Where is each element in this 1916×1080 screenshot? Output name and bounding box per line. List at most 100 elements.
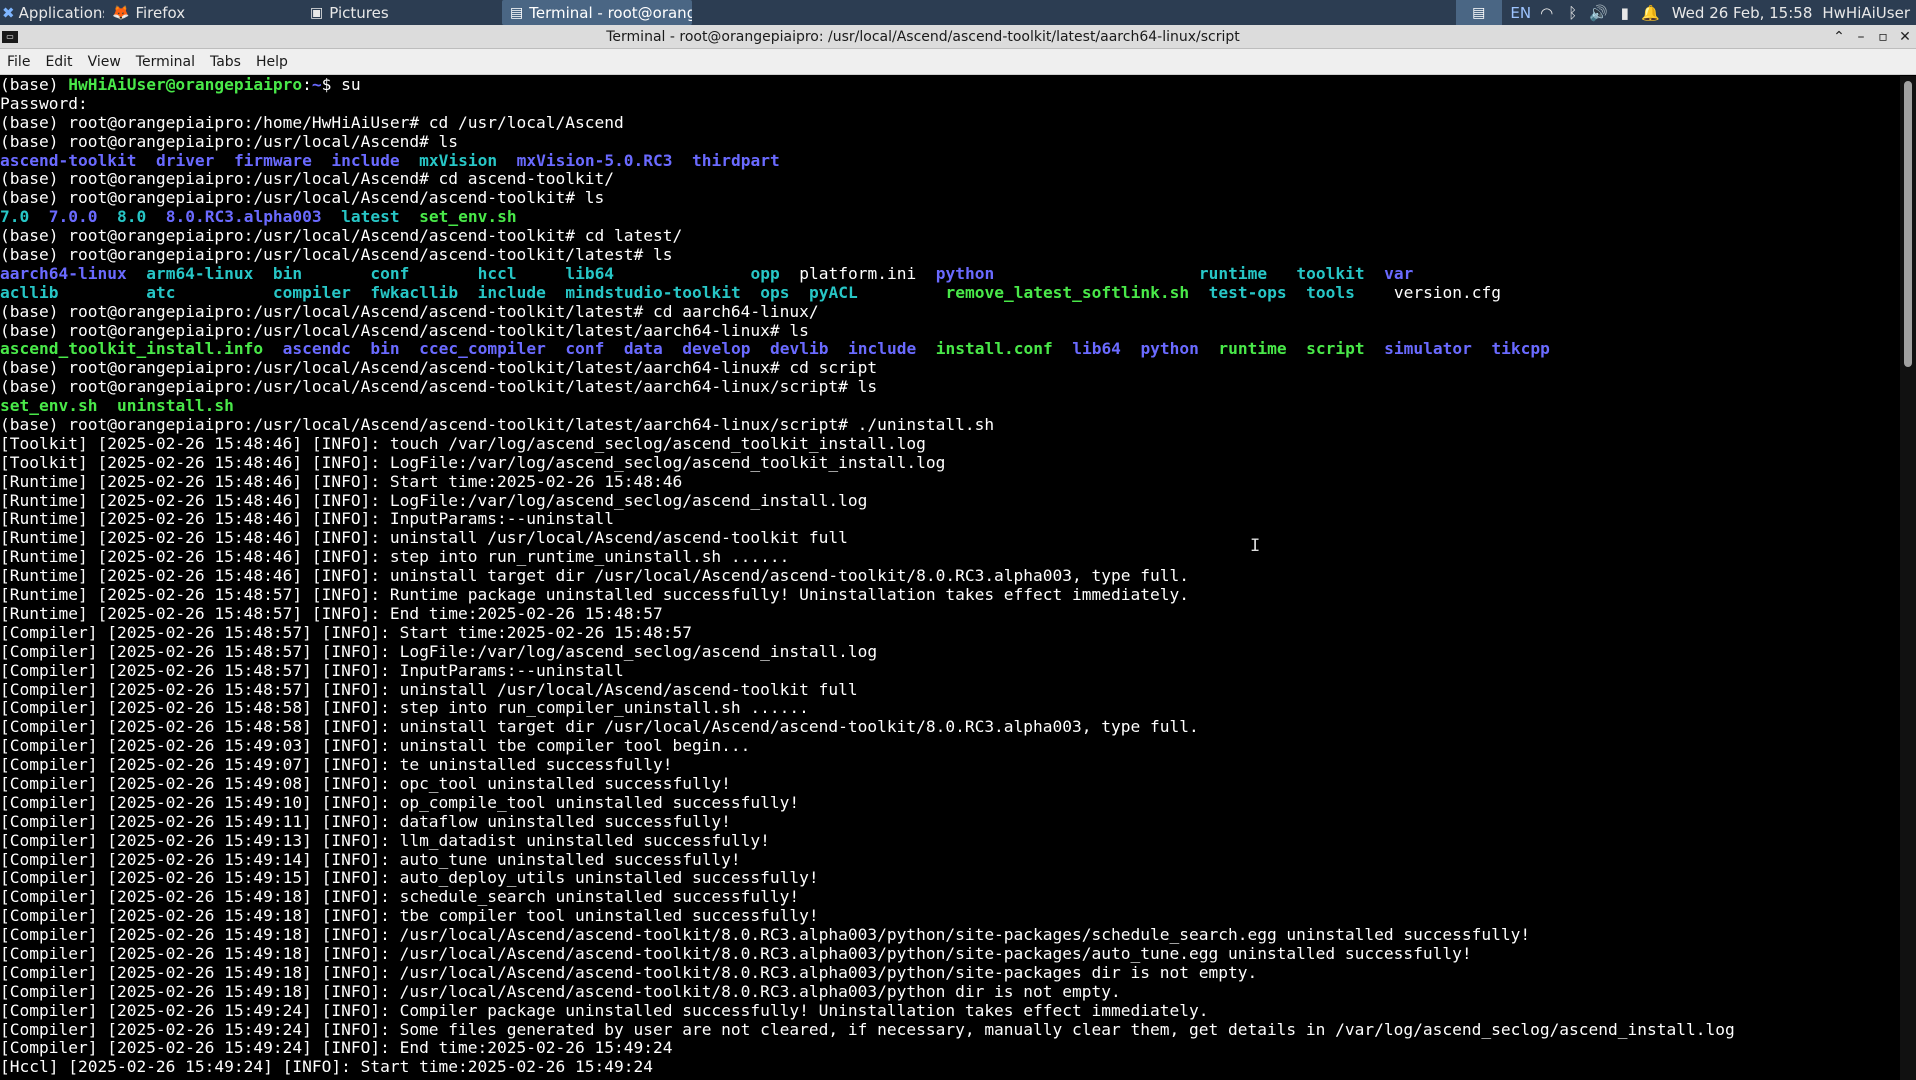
taskbar-item-pictures[interactable]: ▣ Pictures bbox=[302, 0, 492, 25]
terminal-line: ascend_toolkit_install.info ascendc bin … bbox=[0, 340, 1900, 359]
menu-terminal[interactable]: Terminal bbox=[129, 54, 203, 70]
terminal-text: remove_latest_softlink.sh bbox=[945, 282, 1190, 302]
terminal-line: [Compiler] [2025-02-26 15:49:18] [INFO]:… bbox=[0, 982, 1900, 1002]
window-titlebar[interactable]: ▭ Terminal - root@orangepiaipro: /usr/lo… bbox=[0, 25, 1916, 49]
user-menu[interactable]: HwHiAiUser bbox=[1820, 4, 1916, 22]
terminal-output[interactable]: (base) HwHiAiUser@orangepiaipro:~$ su Pas… bbox=[0, 76, 1900, 1080]
taskbar-item-terminal[interactable]: ▤ Terminal - root@orange... bbox=[502, 0, 692, 25]
terminal-text: var bbox=[1384, 263, 1414, 283]
scrollbar-thumb[interactable] bbox=[1904, 81, 1912, 367]
terminal-line: [Runtime] [2025-02-26 15:48:46] [INFO]: … bbox=[0, 547, 1900, 567]
terminal-text: [Compiler] [2025-02-26 15:49:13] [INFO]:… bbox=[0, 830, 770, 850]
terminal-window-icon[interactable]: ▭ bbox=[2, 30, 18, 43]
terminal-text: [Compiler] [2025-02-26 15:49:24] [INFO]:… bbox=[0, 1038, 673, 1058]
terminal-line: [Compiler] [2025-02-26 15:49:24] [INFO]:… bbox=[0, 1038, 1900, 1058]
menu-edit[interactable]: Edit bbox=[38, 54, 80, 70]
terminal-scrollbar[interactable] bbox=[1900, 76, 1916, 1080]
terminal-line: [Runtime] [2025-02-26 15:48:46] [INFO]: … bbox=[0, 566, 1900, 586]
terminal-line: [Compiler] [2025-02-26 15:49:07] [INFO]:… bbox=[0, 755, 1900, 775]
menu-bar: File Edit View Terminal Tabs Help bbox=[0, 49, 1916, 75]
terminal-launcher-button[interactable]: ▤ bbox=[1455, 0, 1502, 25]
terminal-text: include bbox=[477, 282, 546, 302]
terminal-text: : bbox=[302, 76, 312, 94]
terminal-text: runtime bbox=[1218, 339, 1287, 359]
terminal-line: [Compiler] [2025-02-26 15:49:24] [INFO]:… bbox=[0, 1001, 1900, 1021]
terminal-text: ascend-toolkit bbox=[0, 150, 137, 170]
terminal-text: devlib bbox=[770, 339, 829, 359]
terminal-line: [Compiler] [2025-02-26 15:48:58] [INFO]:… bbox=[0, 717, 1900, 737]
terminal-line: (base) root@orangepiaipro:/usr/local/Asc… bbox=[0, 188, 1900, 208]
maximize-button[interactable]: ▫ bbox=[1872, 29, 1894, 45]
system-tray: ▤ EN ◠ ᛒ 🔊 ▮ 🔔 Wed 26 Feb, 15:58 HwHiAiU… bbox=[1455, 0, 1916, 25]
terminal-text: [Compiler] [2025-02-26 15:49:18] [INFO]:… bbox=[0, 887, 800, 907]
menu-file[interactable]: File bbox=[0, 54, 38, 70]
battery-icon[interactable]: ▮ bbox=[1612, 4, 1638, 22]
terminal-text: conf bbox=[565, 339, 605, 359]
wifi-icon[interactable]: ◠ bbox=[1534, 4, 1560, 22]
terminal-text: [Toolkit] [2025-02-26 15:48:46] [INFO]: … bbox=[0, 452, 946, 472]
terminal-text: ascend_toolkit_install.info bbox=[0, 339, 264, 359]
terminal-text: [Runtime] [2025-02-26 15:48:46] [INFO]: … bbox=[0, 509, 614, 529]
terminal-text: mxVision bbox=[419, 150, 498, 170]
terminal-text: [Runtime] [2025-02-26 15:48:46] [INFO]: … bbox=[0, 547, 790, 567]
applications-menu-button[interactable]: ✖ Applications bbox=[0, 0, 104, 25]
menu-help[interactable]: Help bbox=[249, 54, 296, 70]
terminal-text: bin bbox=[370, 339, 400, 359]
terminal-text: lib64 bbox=[1072, 339, 1121, 359]
taskbar-item-firefox[interactable]: 🦊 Firefox bbox=[104, 0, 294, 25]
terminal-text: lib64 bbox=[565, 263, 615, 283]
terminal-line: [Runtime] [2025-02-26 15:48:57] [INFO]: … bbox=[0, 585, 1900, 605]
terminal-text: conf bbox=[370, 263, 410, 283]
terminal-text: include bbox=[331, 150, 400, 170]
terminal-text: [Compiler] [2025-02-26 15:49:14] [INFO]:… bbox=[0, 849, 741, 869]
terminal-line: [Compiler] [2025-02-26 15:49:03] [INFO]:… bbox=[0, 736, 1900, 756]
folder-icon: ▣ bbox=[310, 4, 324, 21]
terminal-text: [Compiler] [2025-02-26 15:48:57] [INFO]:… bbox=[0, 660, 624, 680]
terminal-line: [Compiler] [2025-02-26 15:49:18] [INFO]:… bbox=[0, 925, 1900, 945]
terminal-line: [Compiler] [2025-02-26 15:48:58] [INFO]:… bbox=[0, 698, 1900, 718]
terminal-text: (base) root@orangepiaipro:/usr/local/Asc… bbox=[0, 226, 683, 246]
menu-view[interactable]: View bbox=[81, 54, 129, 70]
terminal-text: mindstudio-toolkit bbox=[565, 282, 741, 302]
clock[interactable]: Wed 26 Feb, 15:58 bbox=[1664, 4, 1821, 22]
terminal-line: [Compiler] [2025-02-26 15:49:14] [INFO]:… bbox=[0, 849, 1900, 870]
taskbar-item-label: Pictures bbox=[329, 3, 389, 22]
terminal-text: [Compiler] [2025-02-26 15:48:57] [INFO]:… bbox=[0, 622, 692, 642]
terminal-line: [Compiler] [2025-02-26 15:49:10] [INFO]:… bbox=[0, 793, 1900, 813]
notification-bell-icon[interactable]: 🔔 bbox=[1638, 4, 1664, 22]
roll-up-button[interactable]: ⌃ bbox=[1828, 29, 1850, 45]
top-panel: ✖ Applications 🦊 Firefox ▣ Pictures ▤ Te… bbox=[0, 0, 1916, 25]
terminal-text: 7.0.0 bbox=[48, 207, 98, 227]
bluetooth-icon[interactable]: ᛒ bbox=[1560, 4, 1586, 22]
terminal-text: [Compiler] [2025-02-26 15:49:24] [INFO]:… bbox=[0, 1019, 1735, 1039]
menu-tabs[interactable]: Tabs bbox=[203, 54, 249, 70]
terminal-text: [Compiler] [2025-02-26 15:49:08] [INFO]:… bbox=[0, 773, 731, 793]
terminal-line: [Runtime] [2025-02-26 15:48:46] [INFO]: … bbox=[0, 528, 1900, 548]
close-button[interactable]: ✕ bbox=[1894, 29, 1916, 45]
keyboard-layout-indicator[interactable]: EN bbox=[1508, 4, 1534, 22]
terminal-line: [Compiler] [2025-02-26 15:49:11] [INFO]:… bbox=[0, 812, 1900, 832]
minimize-button[interactable]: – bbox=[1850, 29, 1872, 45]
terminal-line: [Compiler] [2025-02-26 15:49:18] [INFO]:… bbox=[0, 887, 1900, 907]
terminal-icon: ▤ bbox=[510, 4, 524, 21]
terminal-text: [Compiler] [2025-02-26 15:48:57] [INFO]:… bbox=[0, 641, 878, 661]
terminal-line: 7.0 7.0.0 8.0 8.0.RC3.alpha003 latest se… bbox=[0, 207, 1900, 227]
terminal-text: (base) root@orangepiaipro:/usr/local/Asc… bbox=[0, 301, 819, 321]
terminal-text: set_env.sh bbox=[419, 207, 517, 227]
volume-icon[interactable]: 🔊 bbox=[1586, 4, 1612, 22]
terminal-text: uninstall.sh bbox=[116, 396, 234, 416]
terminal-text: ccec_compiler bbox=[419, 339, 546, 359]
